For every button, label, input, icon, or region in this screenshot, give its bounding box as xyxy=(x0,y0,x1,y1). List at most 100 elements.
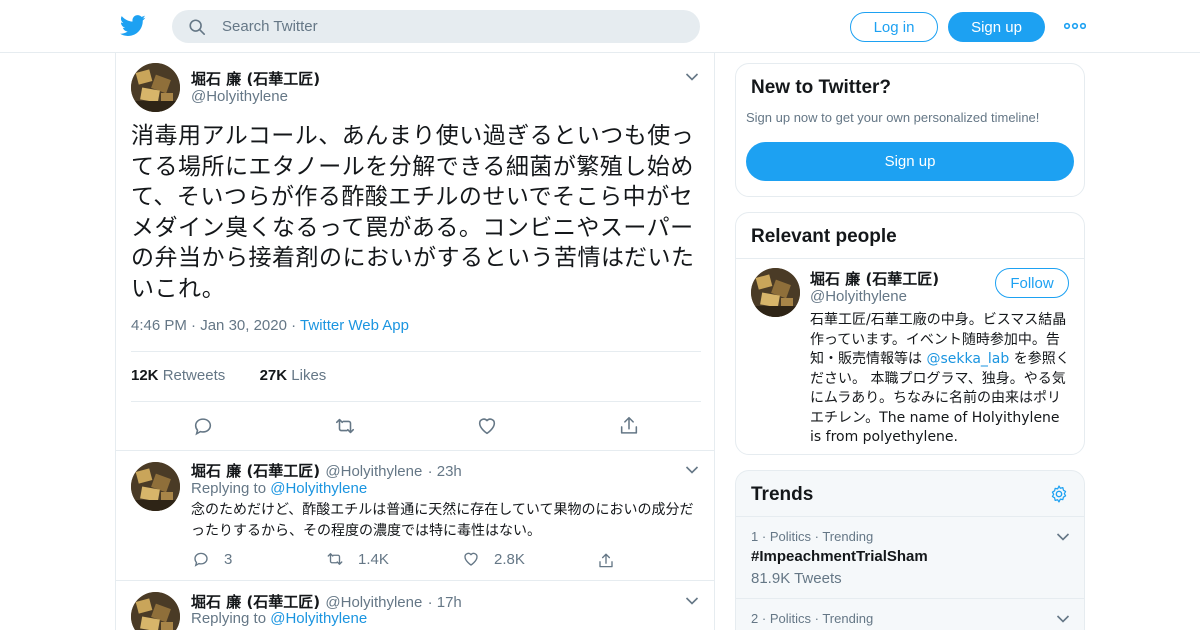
replying-to: Replying to @Holyithylene xyxy=(191,480,367,497)
reply-count: 3 xyxy=(224,550,233,568)
sidebar-signup-button[interactable]: Sign up xyxy=(746,142,1074,181)
reply-author-handle[interactable]: @Holyithylene xyxy=(325,463,422,480)
replying-to-label: Replying to xyxy=(191,480,267,497)
card-title: Relevant people xyxy=(751,226,897,247)
likes-count: 27K xyxy=(259,367,288,384)
trend-rank: 2 xyxy=(751,611,759,626)
like-count: 2.8K xyxy=(494,550,525,568)
gear-icon[interactable] xyxy=(1049,484,1069,504)
retweet-icon[interactable] xyxy=(334,415,356,437)
chevron-down-icon[interactable] xyxy=(685,72,699,82)
tweet-stats: 12K Retweets 27K Likes xyxy=(131,367,326,384)
relevant-people-card: Relevant people 堀石 廉 (石華工匠) @Holyithylen… xyxy=(735,212,1085,455)
reply-icon xyxy=(194,552,208,567)
trend-status: Trending xyxy=(822,529,874,544)
person-handle[interactable]: @Holyithylene xyxy=(810,288,907,305)
card-subtitle: Sign up now to get your own personalized… xyxy=(746,110,1040,125)
trend-meta: 1 · Politics · Trending xyxy=(751,529,873,544)
more-dots-icon[interactable] xyxy=(1064,18,1086,34)
top-navigation-bar: Log in Sign up xyxy=(0,0,1200,53)
retweets-label: Retweets xyxy=(162,367,226,384)
avatar[interactable] xyxy=(131,592,180,630)
like-action[interactable]: 2.8K xyxy=(462,550,525,568)
reply-icon[interactable] xyxy=(192,415,214,437)
chevron-down-icon[interactable] xyxy=(1056,614,1070,624)
share-icon[interactable] xyxy=(597,552,615,570)
chevron-down-icon[interactable] xyxy=(685,596,699,606)
tweet-source-link[interactable]: Twitter Web App xyxy=(300,317,409,334)
tweet-meta: 4:46 PM · Jan 30, 2020 · Twitter Web App xyxy=(131,317,409,334)
signup-button[interactable]: Sign up xyxy=(948,12,1045,42)
card-title: New to Twitter? xyxy=(751,77,892,98)
avatar-image xyxy=(131,592,180,630)
separator: · xyxy=(427,594,437,611)
reply-age[interactable]: 17h xyxy=(437,594,462,611)
retweets-stat[interactable]: 12K Retweets xyxy=(131,367,225,384)
trend-rank: 1 xyxy=(751,529,759,544)
reply-text: 念のためだけど、酢酸エチルは普通に天然に存在していて果物のにおいの成分だったりす… xyxy=(191,502,694,539)
reply-author-handle[interactable]: @Holyithylene xyxy=(325,594,422,611)
reply-author-name-text: 堀石 廉 (石華工匠) xyxy=(191,462,321,480)
trend-category: Politics xyxy=(769,529,811,544)
like-icon[interactable] xyxy=(476,415,498,437)
avatar[interactable] xyxy=(131,462,180,511)
replying-to-label: Replying to xyxy=(191,610,267,627)
chevron-down-icon[interactable] xyxy=(685,465,699,475)
tweet-time[interactable]: 4:46 PM xyxy=(131,317,187,334)
separator: · xyxy=(761,529,770,544)
divider xyxy=(116,580,714,581)
trend-category: Politics xyxy=(769,611,811,626)
retweet-action[interactable]: 1.4K xyxy=(326,550,389,568)
share-icon[interactable] xyxy=(618,415,640,437)
trend-status: Trending xyxy=(822,611,874,626)
trend-item[interactable]: 1 · Politics · Trending #ImpeachmentTria… xyxy=(736,516,1084,598)
tweet-text: 消毒用アルコール、あんまり使い過ぎるといつも使ってる場所にエタノールを分解できる… xyxy=(131,123,695,302)
retweets-count: 12K xyxy=(131,367,159,384)
trends-card: Trends 1 · Politics · Trending #Impeachm… xyxy=(735,470,1085,630)
replying-to: Replying to @Holyithylene xyxy=(191,610,367,627)
reply-author-name[interactable]: 堀石 廉 (石華工匠) @Holyithylene · 23h xyxy=(191,460,462,481)
bio-link[interactable]: @sekka_lab xyxy=(926,351,1009,367)
reply-author-name-text: 堀石 廉 (石華工匠) xyxy=(191,593,321,611)
search-bar[interactable] xyxy=(172,10,700,43)
trend-item[interactable]: 2 · Politics · Trending xyxy=(736,598,1084,630)
divider xyxy=(116,450,714,451)
retweet-count: 1.4K xyxy=(358,550,389,568)
follow-button[interactable]: Follow xyxy=(995,268,1069,298)
author-name[interactable]: 堀石 廉 (石華工匠) xyxy=(191,68,320,89)
author-handle[interactable]: @Holyithylene xyxy=(191,88,288,105)
new-to-twitter-card: New to Twitter? Sign up now to get your … xyxy=(735,63,1085,197)
reply-action[interactable]: 3 xyxy=(192,550,232,568)
tweet-date[interactable]: Jan 30, 2020 xyxy=(200,317,287,334)
chevron-down-icon[interactable] xyxy=(1056,532,1070,542)
trend-name: #ImpeachmentTrialSham xyxy=(751,548,928,565)
reply-author-name[interactable]: 堀石 廉 (石華工匠) @Holyithylene · 17h xyxy=(191,591,462,612)
divider xyxy=(131,401,701,402)
avatar[interactable] xyxy=(751,268,800,317)
separator: · xyxy=(761,611,770,626)
twitter-bird-icon[interactable] xyxy=(120,14,146,38)
timeline-column: 堀石 廉 (石華工匠) @Holyithylene 消毒用アルコール、あんまり使… xyxy=(115,53,715,630)
person-name[interactable]: 堀石 廉 (石華工匠) xyxy=(810,268,939,289)
avatar[interactable] xyxy=(131,63,180,112)
separator: · xyxy=(291,317,301,334)
avatar-image xyxy=(131,462,180,511)
trend-meta: 2 · Politics · Trending xyxy=(751,611,873,626)
avatar-image xyxy=(751,268,800,317)
separator: · xyxy=(191,317,201,334)
likes-label: Likes xyxy=(291,367,327,384)
search-icon xyxy=(189,19,206,36)
replying-to-link[interactable]: @Holyithylene xyxy=(270,480,367,497)
retweet-icon xyxy=(327,553,343,565)
replying-to-link[interactable]: @Holyithylene xyxy=(270,610,367,627)
separator: · xyxy=(427,463,437,480)
login-button[interactable]: Log in xyxy=(850,12,938,42)
person-bio: 石華工匠/石華工廠の中身。ビスマス結晶作っています。イベント随時参加中。告知・販… xyxy=(810,311,1072,448)
likes-stat[interactable]: 27K Likes xyxy=(260,367,327,384)
reply-age[interactable]: 23h xyxy=(437,463,462,480)
trend-count: 81.9K Tweets xyxy=(751,570,842,587)
divider xyxy=(131,351,701,352)
card-title: Trends xyxy=(751,484,814,505)
avatar-image xyxy=(131,63,180,112)
search-input[interactable] xyxy=(222,10,682,43)
